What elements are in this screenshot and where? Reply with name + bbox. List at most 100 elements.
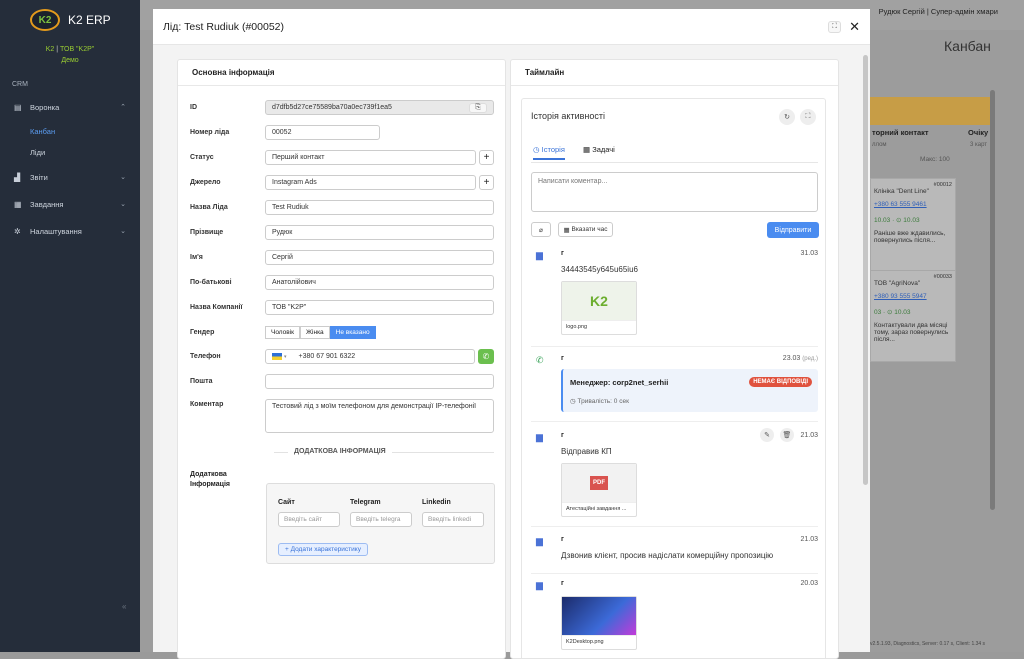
expand-icon[interactable]: ⛶ (800, 109, 816, 125)
lead-modal: Лід: Test Rudiuk (#00052) ⛶ ✕ Основна ін… (153, 9, 870, 659)
ukraine-flag-icon[interactable] (272, 353, 282, 360)
id-row: ID d7dfb5d27ce75589ba70a0ec739f1ea5 ⎘ (190, 100, 495, 115)
expand-icon[interactable]: ⛶ (828, 21, 842, 33)
middle-name-field[interactable]: Анатолійович (265, 275, 494, 290)
card-phone[interactable]: +380 93 555 5947 (874, 293, 952, 300)
email-field[interactable] (265, 374, 494, 389)
gender-female-option[interactable]: Жінка (300, 326, 330, 339)
edited-note: (ред.) (802, 356, 818, 362)
linkedin-header: Linkedin (422, 499, 451, 506)
source-select[interactable]: Instagram Ads (265, 175, 476, 190)
site-input[interactable]: Введіть сайт (278, 512, 340, 527)
call-button[interactable]: ✆ (478, 349, 494, 364)
calendar-icon: ▦ (14, 199, 22, 209)
entry-author: г (561, 580, 564, 587)
modal-scrollbar[interactable] (863, 55, 868, 485)
entry-divider (531, 421, 818, 422)
id-value: d7dfb5d27ce75589ba70a0ec739f1ea5 (272, 104, 392, 111)
chevron-down-icon: ⌄ (120, 174, 126, 181)
lead-name-field[interactable]: Test Rudiuk (265, 200, 494, 215)
column-sub: ллом (872, 142, 887, 148)
phone-row: Телефон ▾ +380 67 901 6322 ✆ (190, 349, 495, 364)
attachment-thumbnail[interactable]: PDF Атестаційні завдання ... (561, 463, 637, 517)
telegram-input[interactable]: Введіть telegra (350, 512, 412, 527)
add-characteristic-button[interactable]: + Додати характеристику (278, 543, 368, 556)
attachment-thumbnail[interactable]: K2 logo.png (561, 281, 637, 335)
chevron-down-icon[interactable]: ▾ (284, 354, 287, 360)
sidebar-item-reports[interactable]: ▟ Звіти ⌄ (0, 170, 140, 184)
comment-field[interactable]: Тестовий лід з моїм телефоном для демонс… (265, 399, 494, 433)
surname-row: Прізвище Рудюк (190, 225, 495, 240)
telegram-header: Telegram (350, 499, 381, 506)
entry-author: г (561, 250, 564, 257)
screenshot-image (562, 597, 636, 635)
funnel-icon: ▤ (14, 102, 22, 112)
timeline-panel: Таймлайн Історія активності ↻ ⛶ ◷ Історі… (510, 59, 839, 659)
gender-toggle: Чоловік Жінка Не вказано (265, 326, 376, 339)
sidebar-item-kanban[interactable]: Канбан (0, 124, 140, 138)
logo-image: K2 (562, 282, 636, 320)
card-phone[interactable]: +380 63 555 9461 (874, 201, 952, 208)
panel-title: Таймлайн (511, 60, 838, 86)
column2-title: Очіку (968, 128, 989, 137)
add-source-button[interactable]: + (479, 175, 494, 190)
kanban-title: Канбан (944, 38, 991, 54)
set-time-button[interactable]: ▦ Вказати час (558, 222, 613, 237)
surname-label: Прізвище (190, 229, 224, 236)
sidebar-item-tasks[interactable]: ▦ Завдання ⌄ (0, 197, 140, 211)
call-status-badge: НЕМАЄ ВІДПОВІДІ (749, 377, 812, 387)
status-select[interactable]: Перший контакт (265, 150, 476, 165)
card-note: Раніше вже ждавились, повернулись після.… (874, 230, 946, 244)
collapse-sidebar-icon[interactable]: « (122, 602, 126, 611)
sidebar-item-settings[interactable]: ✲ Налаштування ⌄ (0, 224, 140, 238)
card-dates: 03 · ⊙ 10.03 (874, 309, 911, 316)
send-button[interactable]: Відправити (767, 222, 819, 238)
surname-field[interactable]: Рудюк (265, 225, 494, 240)
kanban-card[interactable]: #00012 Клініка "Dent Line" +380 63 555 9… (870, 178, 956, 273)
comment-icon: ▆ (536, 536, 543, 546)
attach-icon[interactable]: ⌀ (531, 222, 551, 237)
source-row: Джерело Instagram Ads + (190, 175, 495, 190)
board-scrollbar[interactable] (990, 90, 995, 510)
company-label: Назва Компанії (190, 304, 243, 311)
modal-body: Основна інформація ID d7dfb5d27ce75589ba7… (153, 45, 870, 659)
sidebar-item-funnel[interactable]: ▤ Воронка ⌃ (0, 100, 140, 114)
middle-name-row: По-батькові Анатолійович (190, 275, 495, 290)
id-field: d7dfb5d27ce75589ba70a0ec739f1ea5 ⎘ (265, 100, 494, 115)
kanban-card[interactable]: #00033 ТОВ "AgriNova" +380 93 555 5947 0… (870, 270, 956, 362)
logo[interactable]: K2 K2 ERP (30, 9, 111, 31)
sidebar-item-leads[interactable]: Ліди (0, 145, 140, 159)
entry-date: 23.03 (ред.) (783, 355, 818, 362)
comment-row: Коментар Тестовий лід з моїм телефоном дл… (190, 399, 495, 433)
linkedin-input[interactable]: Введіть linkedi (422, 512, 484, 527)
edit-icon[interactable]: ✎ (760, 428, 774, 442)
first-name-field[interactable]: Сергій (265, 250, 494, 265)
attachment-name: Атестаційні завдання ... (562, 502, 636, 515)
chevron-down-icon: ⌄ (120, 228, 126, 235)
attachment-thumbnail[interactable]: K2Desktop.png (561, 596, 637, 650)
site-header: Сайт (278, 499, 295, 506)
user-menu[interactable]: Рудюк Сергій | Супер-адмін хмари (879, 7, 998, 16)
chevron-down-icon: ⌄ (120, 201, 126, 208)
tab-history[interactable]: ◷ Історія (533, 145, 565, 160)
phone-field[interactable]: ▾ +380 67 901 6322 (265, 349, 475, 364)
chevron-up-icon: ⌃ (120, 104, 126, 111)
close-icon[interactable]: ✕ (849, 20, 860, 33)
calendar-icon: ▦ (563, 226, 572, 234)
gender-none-option[interactable]: Не вказано (329, 326, 376, 339)
comment-input[interactable]: Написати коментар... (531, 172, 818, 212)
company-field[interactable]: ТОВ "K2P" (265, 300, 494, 315)
activity-history: Історія активності ↻ ⛶ ◷ Історія ▦ Задач… (521, 98, 826, 658)
delete-icon[interactable]: 🗑 (780, 428, 794, 442)
refresh-icon[interactable]: ↻ (779, 109, 795, 125)
copy-icon[interactable]: ⎘ (469, 102, 487, 113)
gender-male-option[interactable]: Чоловік (265, 326, 301, 339)
main-info-panel: Основна інформація ID d7dfb5d27ce75589ba7… (177, 59, 506, 659)
entry-author: г (561, 432, 564, 439)
number-field[interactable]: 00052 (265, 125, 380, 140)
comment-label: Коментар (190, 401, 224, 408)
middle-name-label: По-батькові (190, 279, 232, 286)
org-info: K2 | ТОВ "K2P" Демо (0, 44, 140, 66)
tab-tasks[interactable]: ▦ Задачі (583, 145, 615, 154)
add-status-button[interactable]: + (479, 150, 494, 165)
